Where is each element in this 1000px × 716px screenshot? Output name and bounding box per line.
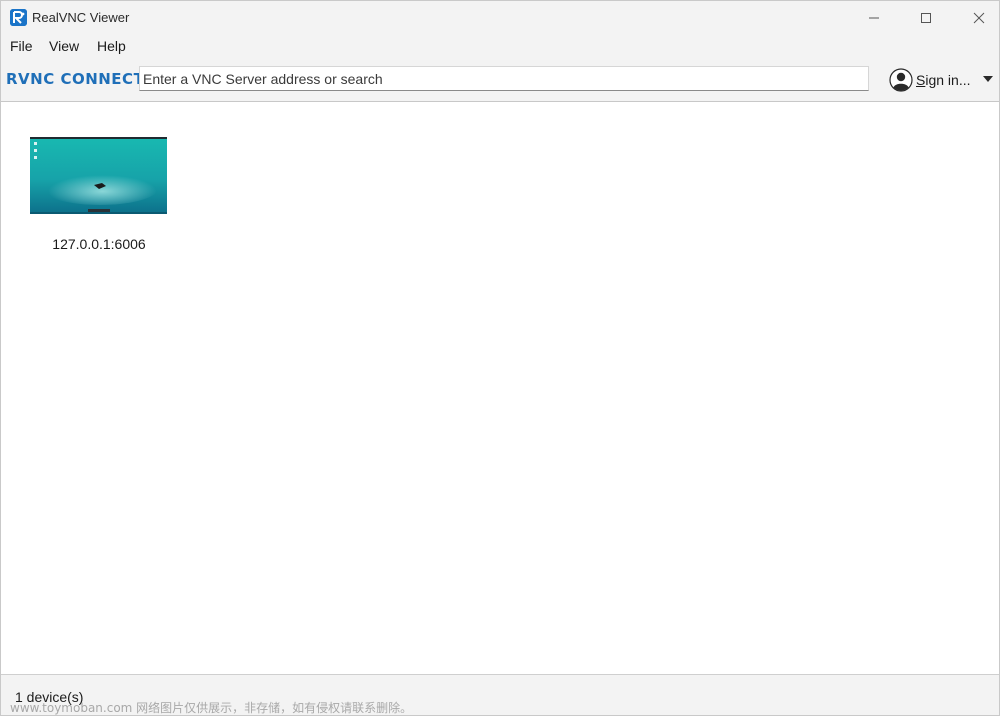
close-button[interactable] (956, 1, 999, 34)
server-address-input[interactable] (140, 67, 868, 90)
app-window: RealVNC Viewer File View Help RVNC CONNE… (0, 0, 1000, 716)
maximize-button[interactable] (903, 1, 949, 34)
sign-in-button[interactable]: Sign in... (889, 68, 997, 92)
close-icon (973, 12, 985, 23)
device-tile[interactable]: 127.0.0.1:6006 (23, 132, 175, 262)
device-address-label: 127.0.0.1:6006 (52, 236, 146, 252)
watermark-text: www.toymoban.com 网络图片仅供展示，非存储，如有侵权请联系删除。 (10, 701, 413, 715)
menu-help[interactable]: Help (97, 38, 126, 54)
chevron-down-icon[interactable] (983, 75, 993, 83)
user-avatar-icon (889, 68, 913, 92)
menu-view[interactable]: View (49, 38, 79, 54)
sign-in-label: Sign in... (916, 72, 971, 88)
minimize-button[interactable] (851, 1, 897, 34)
window-title: RealVNC Viewer (32, 10, 130, 25)
title-bar[interactable]: RealVNC Viewer (1, 1, 999, 34)
vnc-connect-logo: RVNC CONNECT (6, 70, 145, 88)
realvnc-app-icon (10, 9, 27, 26)
device-list-area: 127.0.0.1:6006 (1, 102, 999, 674)
maximize-icon (921, 12, 931, 23)
minimize-icon (869, 17, 879, 18)
search-box[interactable] (139, 66, 869, 91)
menu-bar: File View Help (1, 34, 999, 57)
toolbar: RVNC CONNECT Sign in... (1, 57, 999, 102)
menu-file[interactable]: File (10, 38, 33, 54)
desktop-thumbnail (30, 137, 167, 214)
